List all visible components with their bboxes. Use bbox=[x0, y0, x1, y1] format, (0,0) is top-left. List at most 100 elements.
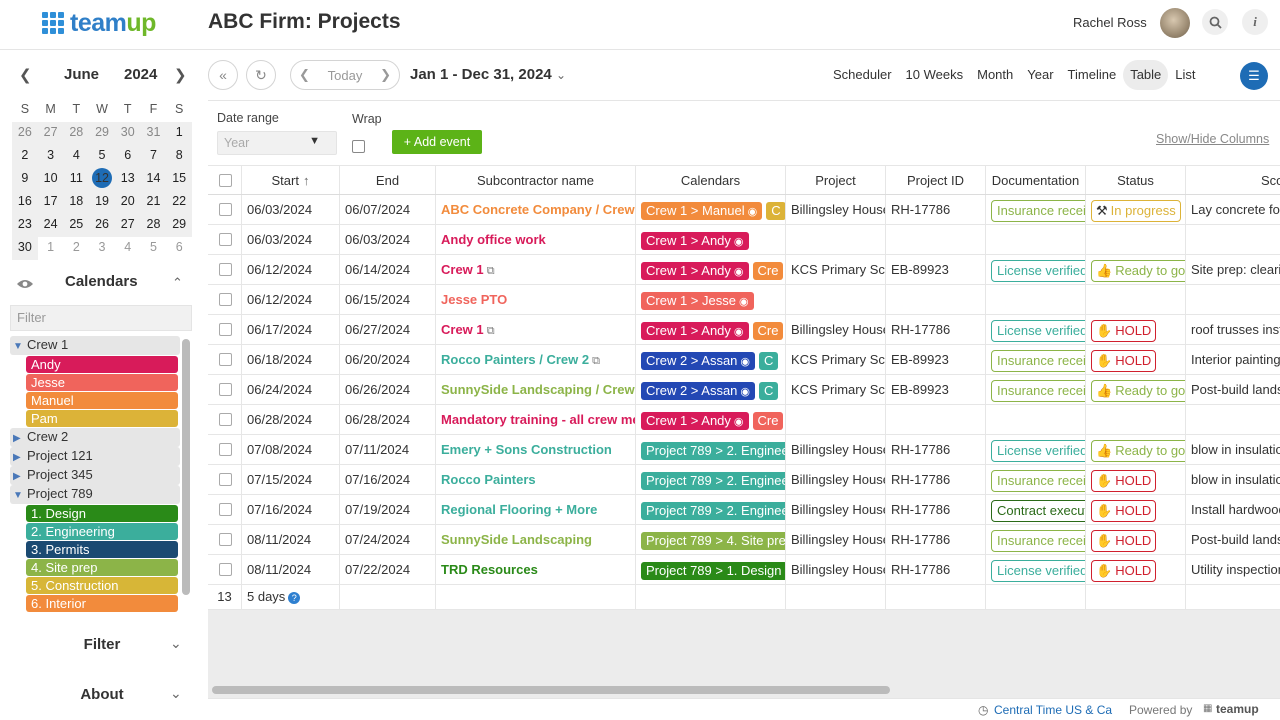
collapse-sidebar-button[interactable]: « bbox=[208, 60, 238, 90]
mini-cal-day[interactable]: 28 bbox=[63, 122, 90, 145]
subcontractor-name[interactable]: SunnySide Landscaping bbox=[441, 532, 592, 547]
mini-cal-day[interactable]: 4 bbox=[115, 237, 141, 260]
calendar-pill[interactable]: Project 789 > 2. Engineering bbox=[641, 441, 785, 460]
info-button[interactable]: i bbox=[1242, 9, 1268, 35]
caret-right-icon[interactable]: ▶ bbox=[13, 468, 27, 486]
mini-cal-day[interactable]: 7 bbox=[140, 145, 167, 168]
mini-cal-day[interactable]: 22 bbox=[166, 191, 193, 214]
mini-cal-day[interactable]: 5 bbox=[141, 237, 167, 260]
column-header-start[interactable]: Start ↑ bbox=[242, 166, 340, 194]
calendar-item[interactable]: 5. Construction bbox=[26, 577, 178, 594]
mini-cal-day[interactable]: 21 bbox=[140, 191, 167, 214]
mini-cal-day[interactable]: 10 bbox=[37, 168, 64, 191]
column-header-scope[interactable]: Scope bbox=[1186, 166, 1280, 194]
date-range-select[interactable]: Year ▼ bbox=[217, 131, 337, 155]
powered-by-brand[interactable]: teamup bbox=[1216, 702, 1259, 716]
eye-icon[interactable]: ◉ bbox=[734, 266, 744, 278]
mini-cal-day[interactable]: 1 bbox=[166, 122, 193, 145]
mini-cal-day[interactable]: 2 bbox=[63, 237, 89, 260]
mini-cal-day[interactable]: 27 bbox=[114, 214, 141, 237]
mini-cal-day[interactable]: 30 bbox=[12, 237, 38, 260]
table-row[interactable]: 06/17/2024 06/27/2024 Crew 1 ⧉ Crew 1 > And… bbox=[208, 315, 1280, 345]
table-row[interactable]: 06/24/2024 06/26/2024 SunnySide Landscapin… bbox=[208, 375, 1280, 405]
column-header-end[interactable]: End bbox=[340, 166, 436, 194]
prev-icon[interactable]: ❮ bbox=[299, 67, 310, 83]
row-checkbox[interactable] bbox=[219, 503, 232, 516]
sort-ascending-icon[interactable]: ↑ bbox=[303, 173, 310, 188]
eye-icon[interactable]: ◉ bbox=[734, 236, 744, 248]
calendars-header[interactable]: Calendars ⌃ bbox=[0, 273, 208, 299]
subcontractor-name[interactable]: Rocco Painters bbox=[441, 472, 536, 487]
mini-cal-day[interactable]: 31 bbox=[140, 122, 167, 145]
calendar-item[interactable]: Manuel bbox=[26, 392, 178, 409]
mini-cal-next-icon[interactable]: ❯ bbox=[174, 66, 187, 84]
mini-cal-prev-icon[interactable]: ❮ bbox=[19, 66, 32, 84]
subcontractor-name[interactable]: Rocco Painters / Crew 2 bbox=[441, 352, 589, 367]
help-icon[interactable]: ? bbox=[288, 591, 301, 604]
calendar-pill[interactable]: C bbox=[759, 351, 779, 370]
calendar-pill[interactable]: Cre bbox=[752, 411, 784, 430]
show-hide-columns-link[interactable]: Show/Hide Columns bbox=[1156, 132, 1269, 146]
mini-cal-day[interactable]: 13 bbox=[114, 168, 141, 191]
eye-icon[interactable]: ◉ bbox=[734, 326, 744, 338]
calendar-item[interactable]: 6. Interior bbox=[26, 595, 178, 612]
mini-cal-day[interactable]: 30 bbox=[114, 122, 141, 145]
calendar-group-crew-1[interactable]: ▼ Crew 1 bbox=[10, 336, 180, 355]
calendar-scrollbar[interactable] bbox=[182, 339, 190, 595]
mini-cal-day[interactable]: 29 bbox=[166, 214, 193, 237]
calendar-pill[interactable]: Cre bbox=[752, 261, 784, 280]
mini-cal-day[interactable]: 29 bbox=[89, 122, 115, 145]
subcontractor-name[interactable]: Mandatory training - all crew members bbox=[441, 412, 635, 427]
calendar-pill[interactable]: Crew 1 > Manuel ◉ bbox=[641, 201, 763, 220]
calendar-item[interactable]: 2. Engineering bbox=[26, 523, 178, 540]
calendar-pill[interactable]: Crew 1 > Andy ◉ bbox=[641, 261, 749, 280]
calendar-pill[interactable]: Project 789 > 4. Site prep bbox=[641, 531, 785, 550]
calendar-item[interactable]: Pam bbox=[26, 410, 178, 427]
mini-cal-day[interactable]: 26 bbox=[12, 122, 38, 145]
mini-cal-day[interactable]: 5 bbox=[89, 145, 115, 168]
about-section[interactable]: About ⌄ bbox=[0, 685, 208, 714]
calendar-pill[interactable]: Crew 1 > Andy ◉ bbox=[641, 231, 749, 250]
table-row[interactable]: 07/08/2024 07/11/2024 Emery + Sons Constru… bbox=[208, 435, 1280, 465]
table-row[interactable]: 06/18/2024 06/20/2024 Rocco Painters / Cre… bbox=[208, 345, 1280, 375]
calendar-group-project-789[interactable]: ▼ Project 789 bbox=[10, 485, 180, 504]
row-checkbox[interactable] bbox=[219, 233, 232, 246]
calendar-item[interactable]: 1. Design bbox=[26, 505, 178, 522]
row-checkbox[interactable] bbox=[219, 263, 232, 276]
row-checkbox[interactable] bbox=[219, 203, 232, 216]
view-table[interactable]: Table bbox=[1123, 60, 1169, 90]
mini-cal-day[interactable]: 20 bbox=[114, 191, 141, 214]
calendar-item[interactable]: Andy bbox=[26, 356, 178, 373]
subcontractor-name[interactable]: Andy office work bbox=[441, 232, 546, 247]
subcontractor-name[interactable]: ABC Concrete Company / Crew 1 bbox=[441, 202, 635, 217]
calendar-group-project-121[interactable]: ▶ Project 121 bbox=[10, 447, 180, 466]
filter-section[interactable]: Filter ⌄ bbox=[0, 635, 208, 664]
calendar-pill[interactable]: Crew 1 > Jesse ◉ bbox=[641, 291, 754, 310]
column-header-status[interactable]: Status bbox=[1086, 166, 1186, 194]
table-row[interactable]: 06/12/2024 06/15/2024 Jesse PTO Crew 1 > Je… bbox=[208, 285, 1280, 315]
column-header-calendars[interactable]: Calendars bbox=[636, 166, 786, 194]
calendar-pill[interactable]: C bbox=[759, 381, 779, 400]
wrap-checkbox[interactable] bbox=[352, 140, 365, 153]
table-row[interactable]: 07/16/2024 07/19/2024 Regional Flooring + … bbox=[208, 495, 1280, 525]
view-list[interactable]: List bbox=[1168, 60, 1202, 90]
view-year[interactable]: Year bbox=[1020, 60, 1060, 90]
mini-cal-day[interactable]: 16 bbox=[12, 191, 38, 214]
mini-cal-day[interactable]: 26 bbox=[89, 214, 115, 237]
table-row[interactable]: 06/03/2024 06/03/2024 Andy office work Crew… bbox=[208, 225, 1280, 255]
mini-cal-month[interactable]: June bbox=[64, 66, 99, 83]
row-checkbox[interactable] bbox=[219, 293, 232, 306]
eye-icon[interactable]: ◉ bbox=[740, 386, 750, 398]
timezone-link[interactable]: Central Time US & Ca bbox=[994, 703, 1112, 717]
menu-button[interactable]: ☰ bbox=[1240, 62, 1268, 90]
column-header-project[interactable]: Project bbox=[786, 166, 886, 194]
date-range-title[interactable]: Jan 1 - Dec 31, 2024 ⌄ bbox=[410, 66, 566, 83]
view-10-weeks[interactable]: 10 Weeks bbox=[899, 60, 971, 90]
mini-cal-day[interactable]: 1 bbox=[38, 237, 64, 260]
eye-icon[interactable]: ◉ bbox=[740, 356, 750, 368]
mini-cal-day[interactable]: 18 bbox=[63, 191, 90, 214]
table-row[interactable]: 06/03/2024 06/07/2024 ABC Concrete Company… bbox=[208, 195, 1280, 225]
calendar-pill[interactable]: Cre bbox=[752, 321, 784, 340]
calendar-pill[interactable]: C bbox=[766, 201, 785, 220]
mini-cal-day[interactable]: 19 bbox=[89, 191, 115, 214]
